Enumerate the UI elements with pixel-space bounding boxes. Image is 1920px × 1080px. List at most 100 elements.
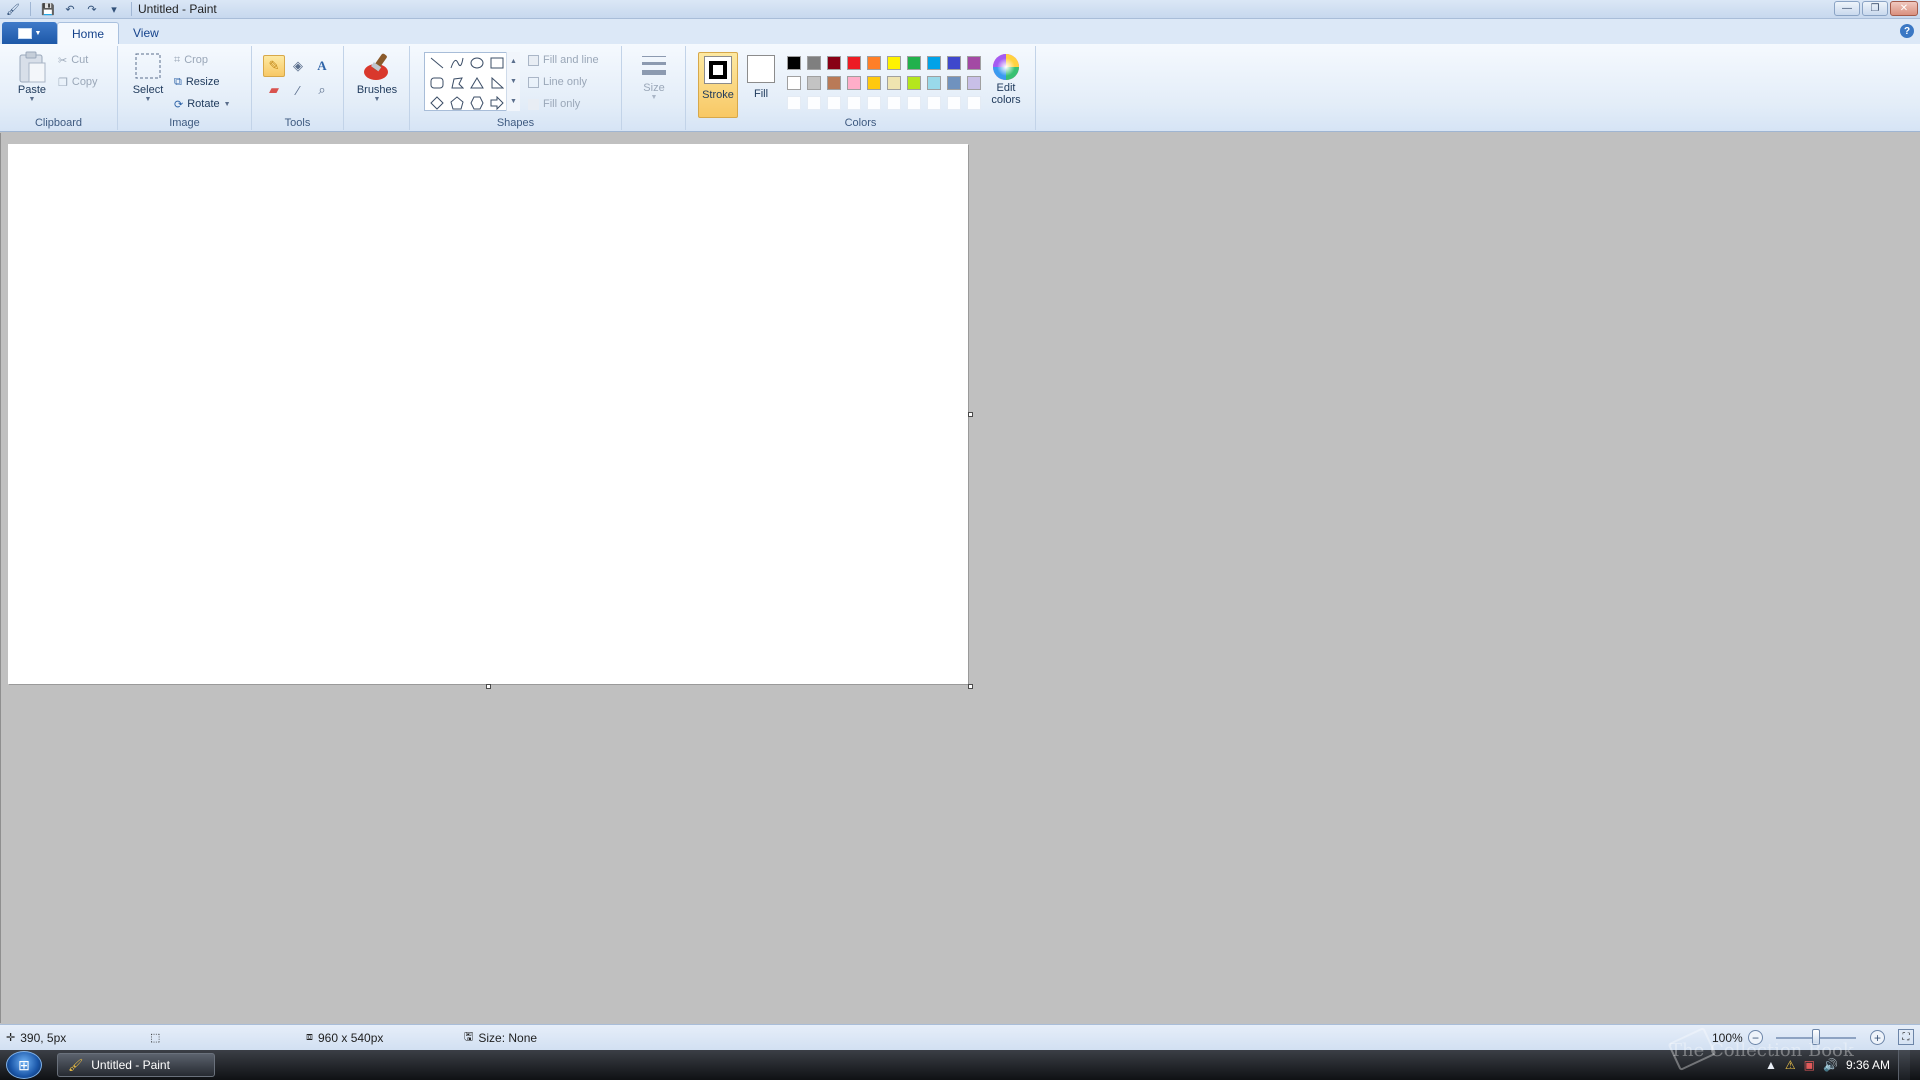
paste-button[interactable]: Paste ▼ [12, 50, 52, 103]
select-button[interactable]: Select ▼ [130, 50, 166, 103]
palette-color-swatch[interactable] [884, 73, 904, 93]
copy-button[interactable]: ❐ Copy [58, 73, 98, 91]
palette-color-swatch[interactable] [824, 73, 844, 93]
palette-empty-slot[interactable] [964, 93, 984, 113]
palette-color-swatch[interactable] [904, 53, 924, 73]
eraser-icon[interactable]: ▰ [263, 79, 285, 101]
paint-app-icon[interactable]: 🖌 [4, 1, 22, 17]
customize-qat-icon[interactable]: ▾ [105, 1, 123, 17]
curve-shape-icon[interactable] [447, 53, 467, 73]
palette-empty-slot[interactable] [784, 93, 804, 113]
palette-color-swatch[interactable] [904, 73, 924, 93]
fit-to-window-icon[interactable]: ⛶ [1898, 1029, 1914, 1045]
swatch-chip [907, 96, 921, 110]
oval-shape-icon[interactable] [467, 53, 487, 73]
palette-color-swatch[interactable] [804, 53, 824, 73]
rounded-rectangle-shape-icon[interactable] [427, 73, 447, 93]
palette-empty-slot[interactable] [864, 93, 884, 113]
resize-button[interactable]: ⧉ Resize [174, 73, 219, 91]
line-only-option[interactable]: Line only [528, 73, 587, 91]
palette-color-swatch[interactable] [784, 53, 804, 73]
line-shape-icon[interactable] [427, 53, 447, 73]
palette-color-swatch[interactable] [964, 53, 984, 73]
save-icon[interactable]: 💾 [39, 1, 57, 17]
palette-empty-slot[interactable] [844, 93, 864, 113]
text-tool-icon[interactable]: A [311, 55, 333, 77]
start-button[interactable]: ⊞ [6, 1051, 42, 1079]
palette-empty-slot[interactable] [904, 93, 924, 113]
rotate-button[interactable]: ⟳ Rotate ▼ [174, 95, 231, 113]
palette-color-swatch[interactable] [864, 53, 884, 73]
zoom-in-button[interactable]: + [1870, 1030, 1885, 1045]
swatch-chip [887, 96, 901, 110]
drawing-canvas[interactable] [8, 144, 968, 684]
fill-and-line-option[interactable]: Fill and line [528, 51, 599, 69]
line-only-icon [528, 76, 539, 88]
paste-icon [19, 51, 46, 83]
swatch-chip [947, 56, 961, 70]
pencil-icon[interactable]: ✎ [263, 55, 285, 77]
resize-handle-right[interactable] [968, 412, 973, 417]
shapes-scrollbar[interactable]: ▲ ▼ ▼ [506, 52, 520, 111]
taskbar-item-paint[interactable]: 🖌 Untitled - Paint [57, 1053, 215, 1077]
palette-color-swatch[interactable] [924, 53, 944, 73]
fill-only-icon [528, 98, 539, 110]
tab-home[interactable]: Home [57, 22, 120, 44]
palette-color-swatch[interactable] [824, 53, 844, 73]
chevron-up-icon[interactable]: ▲ [510, 58, 517, 65]
cut-label: Cut [71, 54, 89, 66]
triangle-shape-icon[interactable] [467, 73, 487, 93]
palette-color-swatch[interactable] [964, 73, 984, 93]
minimize-button[interactable]: — [1834, 1, 1860, 16]
show-desktop-button[interactable] [1898, 1050, 1910, 1080]
undo-icon[interactable]: ↶ [61, 1, 79, 17]
palette-color-swatch[interactable] [844, 73, 864, 93]
arrow-shape-icon[interactable] [487, 93, 507, 113]
palette-color-swatch[interactable] [924, 73, 944, 93]
palette-empty-slot[interactable] [944, 93, 964, 113]
fill-color-button[interactable]: Fill [741, 52, 781, 118]
redo-icon[interactable]: ↷ [83, 1, 101, 17]
fill-only-option[interactable]: Fill only [528, 95, 580, 113]
tab-view[interactable]: View [119, 22, 173, 44]
paint-menu-button[interactable]: ▼ [2, 22, 57, 44]
palette-color-swatch[interactable] [944, 53, 964, 73]
expand-gallery-icon[interactable]: ▼ [510, 98, 517, 105]
diamond-shape-icon[interactable] [427, 93, 447, 113]
hexagon-shape-icon[interactable] [467, 93, 487, 113]
palette-color-swatch[interactable] [784, 73, 804, 93]
palette-empty-slot[interactable] [804, 93, 824, 113]
colors-group: Stroke Fill Edit colors Colors [686, 46, 1036, 130]
stroke-color-button[interactable]: Stroke [698, 52, 738, 118]
resize-handle-bottom[interactable] [486, 684, 491, 689]
crop-button[interactable]: ⌗ Crop [174, 51, 208, 69]
color-picker-icon[interactable]: ⁄ [287, 79, 309, 101]
chevron-down-icon[interactable]: ▼ [510, 78, 517, 85]
help-icon[interactable]: ? [1900, 24, 1914, 38]
palette-color-swatch[interactable] [844, 53, 864, 73]
palette-color-swatch[interactable] [944, 73, 964, 93]
resize-label: Resize [185, 76, 220, 88]
swatch-chip [827, 96, 841, 110]
selection-size: ⬚ [150, 1031, 160, 1044]
palette-empty-slot[interactable] [924, 93, 944, 113]
palette-color-swatch[interactable] [884, 53, 904, 73]
palette-color-swatch[interactable] [804, 73, 824, 93]
palette-empty-slot[interactable] [884, 93, 904, 113]
magnifier-icon[interactable]: ⌕ [311, 79, 333, 101]
right-triangle-shape-icon[interactable] [487, 73, 507, 93]
cut-button[interactable]: ✂ Cut [58, 51, 88, 69]
fill-bucket-icon[interactable]: ◈ [287, 55, 309, 77]
rectangle-shape-icon[interactable] [487, 53, 507, 73]
edit-colors-button[interactable]: Edit colors [984, 52, 1028, 106]
resize-handle-corner[interactable] [968, 684, 973, 689]
polygon-shape-icon[interactable] [447, 73, 467, 93]
palette-color-swatch[interactable] [864, 73, 884, 93]
size-button[interactable]: Size ▼ [634, 52, 674, 101]
disk-icon: 🖫 [464, 1031, 474, 1043]
palette-empty-slot[interactable] [824, 93, 844, 113]
pentagon-shape-icon[interactable] [447, 93, 467, 113]
close-button[interactable]: ✕ [1890, 1, 1918, 16]
maximize-button[interactable]: ❐ [1862, 1, 1888, 16]
brushes-button[interactable]: Brushes ▼ [352, 50, 402, 103]
